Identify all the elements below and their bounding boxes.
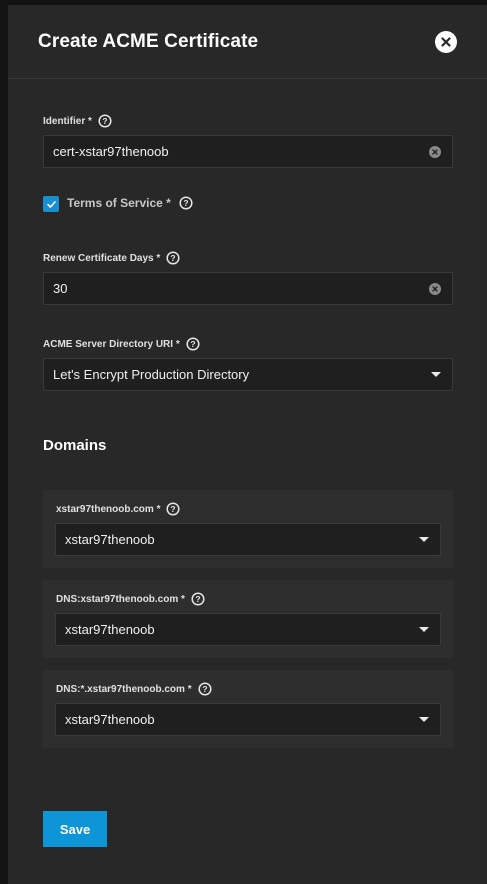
svg-text:?: ? [195,594,200,604]
dialog-title: Create ACME Certificate [38,31,259,52]
domain-label: xstar97thenoob.com * [56,503,161,515]
chevron-down-icon [419,537,429,542]
domain-card: DNS:xstar97thenoob.com * ? xstar97thenoo… [43,580,453,658]
clear-icon[interactable] [429,146,441,158]
terms-label-row: Terms of Service * ? [67,196,193,210]
help-icon[interactable]: ? [166,251,180,265]
domain-label-row: DNS:xstar97thenoob.com * ? [56,592,205,606]
renew-days-value: 30 [53,281,68,296]
help-icon[interactable]: ? [98,114,112,128]
terms-label: Terms of Service * [67,196,171,210]
renew-days-input[interactable]: 30 [43,272,453,305]
chevron-down-icon [419,717,429,722]
help-icon[interactable]: ? [198,682,212,696]
domain-dns-value: xstar97thenoob [65,712,155,727]
check-icon [46,200,56,208]
domain-card: DNS:*.xstar97thenoob.com * ? xstar97then… [43,670,453,748]
terms-checkbox[interactable] [43,196,59,212]
domain-dns-select[interactable]: xstar97thenoob [55,613,441,646]
renew-label-row: Renew Certificate Days * ? [43,251,180,265]
domain-dns-value: xstar97thenoob [65,532,155,547]
close-button[interactable] [435,31,457,53]
domains-title: Domains [43,437,107,454]
help-icon[interactable]: ? [166,502,181,516]
identifier-label: Identifier * [43,115,92,127]
chevron-down-icon [431,372,441,377]
svg-text:?: ? [102,116,107,126]
acme-server-label-row: ACME Server Directory URI * ? [43,337,200,351]
save-button[interactable]: Save [43,811,107,847]
svg-text:?: ? [190,339,195,349]
svg-text:?: ? [171,253,176,263]
acme-server-select[interactable]: Let's Encrypt Production Directory [43,358,453,391]
domain-label: DNS:*.xstar97thenoob.com * [56,683,192,695]
help-icon[interactable]: ? [186,337,200,351]
domain-dns-select[interactable]: xstar97thenoob [55,523,441,556]
svg-text:?: ? [171,504,176,514]
identifier-label-row: Identifier * ? [43,114,112,128]
domain-label: DNS:xstar97thenoob.com * [56,593,185,605]
help-icon[interactable]: ? [179,196,193,210]
acme-server-value: Let's Encrypt Production Directory [53,367,250,382]
svg-text:?: ? [202,684,207,694]
domain-dns-select[interactable]: xstar97thenoob [55,703,441,736]
chevron-down-icon [419,627,429,632]
close-icon [441,37,451,47]
acme-server-label: ACME Server Directory URI * [43,338,180,350]
domain-label-row: xstar97thenoob.com * ? [56,502,181,516]
identifier-value: cert-xstar97thenoob [53,144,169,159]
dialog-header: Create ACME Certificate [8,5,487,79]
domain-label-row: DNS:*.xstar97thenoob.com * ? [56,682,212,696]
clear-icon[interactable] [429,283,441,295]
svg-text:?: ? [183,198,188,208]
background-app-edge [0,0,8,884]
help-icon[interactable]: ? [191,592,205,606]
identifier-input[interactable]: cert-xstar97thenoob [43,135,453,168]
domain-dns-value: xstar97thenoob [65,622,155,637]
domain-card: xstar97thenoob.com * ? xstar97thenoob [43,490,453,568]
renew-label: Renew Certificate Days * [43,252,161,264]
